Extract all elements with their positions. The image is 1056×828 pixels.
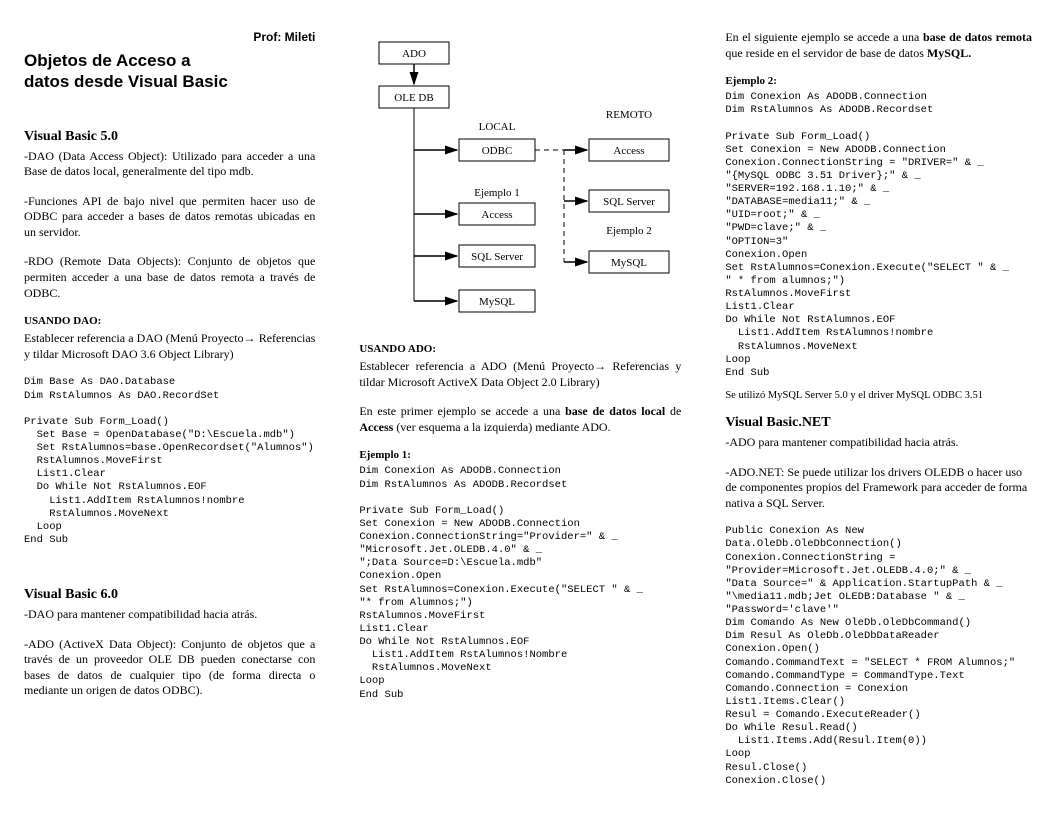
heading-vb6: Visual Basic 6.0 bbox=[24, 587, 315, 603]
column-middle: ADO OLE DB LOCAL REMOTO ODBC Access Ejem… bbox=[359, 30, 681, 798]
code-block-ejemplo1: Dim Conexion As ADODB.Connection Dim Rst… bbox=[359, 465, 681, 701]
column-left: Prof: Mileti Objetos de Acceso a datos d… bbox=[24, 30, 315, 798]
diagram-label-access-remote: Access bbox=[614, 145, 645, 157]
paragraph: -DAO para mantener compatibilidad hacia … bbox=[24, 607, 315, 623]
code-block-ejemplo2: Dim Conexion As ADODB.Connection Dim Rst… bbox=[725, 91, 1032, 380]
diagram-label-mysql-local: MySQL bbox=[479, 296, 515, 308]
heading-ejemplo2: Ejemplo 2: bbox=[725, 75, 1032, 87]
diagram-label-ado: ADO bbox=[402, 48, 426, 60]
column-right: En el siguiente ejemplo se accede a una … bbox=[725, 30, 1032, 798]
note-mysql: Se utilizó MySQL Server 5.0 y el driver … bbox=[725, 390, 1032, 401]
diagram-label-mysql-remote: MySQL bbox=[611, 257, 647, 269]
page-title: Objetos de Acceso a datos desde Visual B… bbox=[24, 50, 315, 93]
diagram-label-access-local: Access bbox=[482, 209, 513, 221]
diagram-label-oledb: OLE DB bbox=[395, 92, 434, 104]
diagram-label-sqlserver-local: SQL Server bbox=[471, 251, 523, 263]
code-block-vbnet: Public Conexion As New Data.OleDb.OleDbC… bbox=[725, 525, 1032, 788]
professor-label: Prof: Mileti bbox=[24, 30, 315, 44]
diagram-label-remoto: REMOTO bbox=[606, 109, 652, 121]
diagram-label-ejemplo1: Ejemplo 1 bbox=[475, 187, 521, 199]
page: Prof: Mileti Objetos de Acceso a datos d… bbox=[24, 30, 1032, 798]
paragraph: -RDO (Remote Data Objects): Conjunto de … bbox=[24, 254, 315, 301]
diagram-label-sqlserver-remote: SQL Server bbox=[603, 196, 655, 208]
diagram-label-odbc: ODBC bbox=[482, 145, 513, 157]
diagram-label-ejemplo2: Ejemplo 2 bbox=[607, 225, 653, 237]
paragraph: -DAO (Data Access Object): Utilizado par… bbox=[24, 149, 315, 180]
diagram: ADO OLE DB LOCAL REMOTO ODBC Access Ejem… bbox=[359, 30, 681, 325]
diagram-label-local: LOCAL bbox=[479, 121, 516, 133]
paragraph: -ADO.NET: Se puede utilizar los drivers … bbox=[725, 465, 1032, 512]
heading-vb5: Visual Basic 5.0 bbox=[24, 129, 315, 145]
heading-usandodao: USANDO DAO: bbox=[24, 315, 315, 327]
paragraph: -ADO (ActiveX Data Object): Conjunto de … bbox=[24, 637, 315, 699]
paragraph: En el siguiente ejemplo se accede a una … bbox=[725, 30, 1032, 61]
paragraph: -ADO para mantener compatibilidad hacia … bbox=[725, 435, 1032, 451]
paragraph: Establecer referencia a ADO (Menú Proyec… bbox=[359, 359, 681, 390]
paragraph: Establecer referencia a DAO (Menú Proyec… bbox=[24, 331, 315, 362]
heading-usandoado: USANDO ADO: bbox=[359, 343, 681, 355]
paragraph: En este primer ejemplo se accede a una b… bbox=[359, 404, 681, 435]
paragraph: -Funciones API de bajo nivel que permite… bbox=[24, 194, 315, 241]
code-block-dao: Dim Base As DAO.Database Dim RstAlumnos … bbox=[24, 376, 315, 547]
heading-vbnet: Visual Basic.NET bbox=[725, 415, 1032, 431]
heading-ejemplo1: Ejemplo 1: bbox=[359, 449, 681, 461]
